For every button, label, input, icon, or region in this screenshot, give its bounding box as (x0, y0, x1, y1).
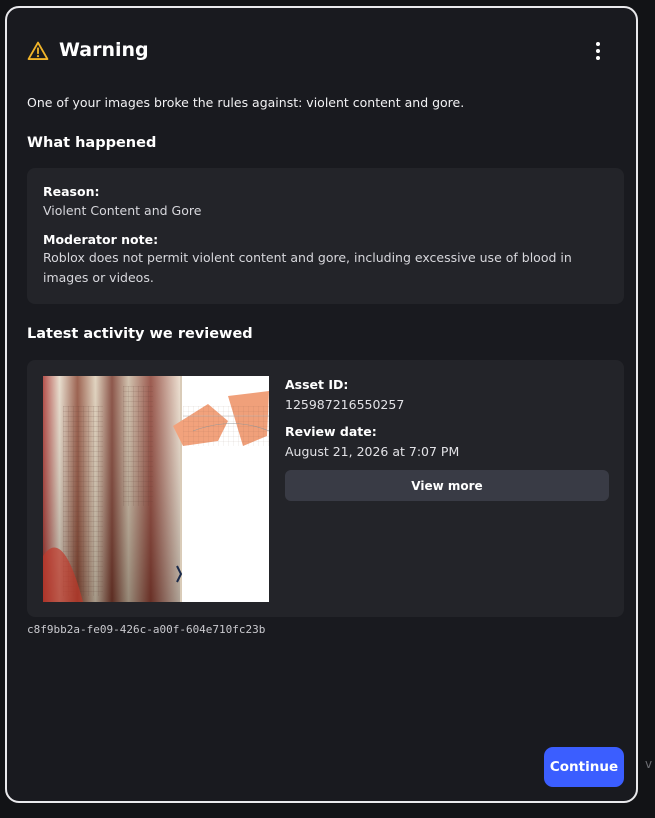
violation-summary: One of your images broke the rules again… (27, 95, 465, 110)
reference-id: c8f9bb2a-fe09-426c-a00f-604e710fc23b (27, 623, 266, 636)
moderator-note-label: Moderator note: (43, 232, 159, 247)
warning-triangle-icon (27, 41, 49, 60)
dialog-title: Warning (59, 39, 149, 61)
asset-id-value: 125987216550257 (285, 397, 405, 412)
reason-value: Violent Content and Gore (43, 203, 202, 218)
what-happened-card: Reason: Violent Content and Gore Moderat… (27, 168, 624, 304)
background-edge-text: v (645, 757, 653, 771)
asset-id-label: Asset ID: (285, 377, 349, 392)
warning-dialog: Warning One of your images broke the rul… (5, 6, 638, 803)
review-date-value: August 21, 2026 at 7:07 PM (285, 444, 460, 459)
continue-button[interactable]: Continue (544, 747, 624, 787)
moderator-note-value: Roblox does not permit violent content a… (43, 250, 572, 285)
dialog-header: Warning (27, 38, 616, 68)
activity-card: Asset ID: 125987216550257 Review date: A… (27, 360, 624, 617)
asset-thumbnail-image (43, 376, 269, 602)
review-date-label: Review date: (285, 424, 377, 439)
asset-thumbnail (43, 376, 269, 602)
view-more-button[interactable]: View more (285, 470, 609, 501)
more-vertical-icon[interactable] (588, 40, 608, 62)
latest-activity-heading: Latest activity we reviewed (27, 326, 253, 342)
what-happened-heading: What happened (27, 135, 157, 151)
reason-label: Reason: (43, 184, 100, 199)
